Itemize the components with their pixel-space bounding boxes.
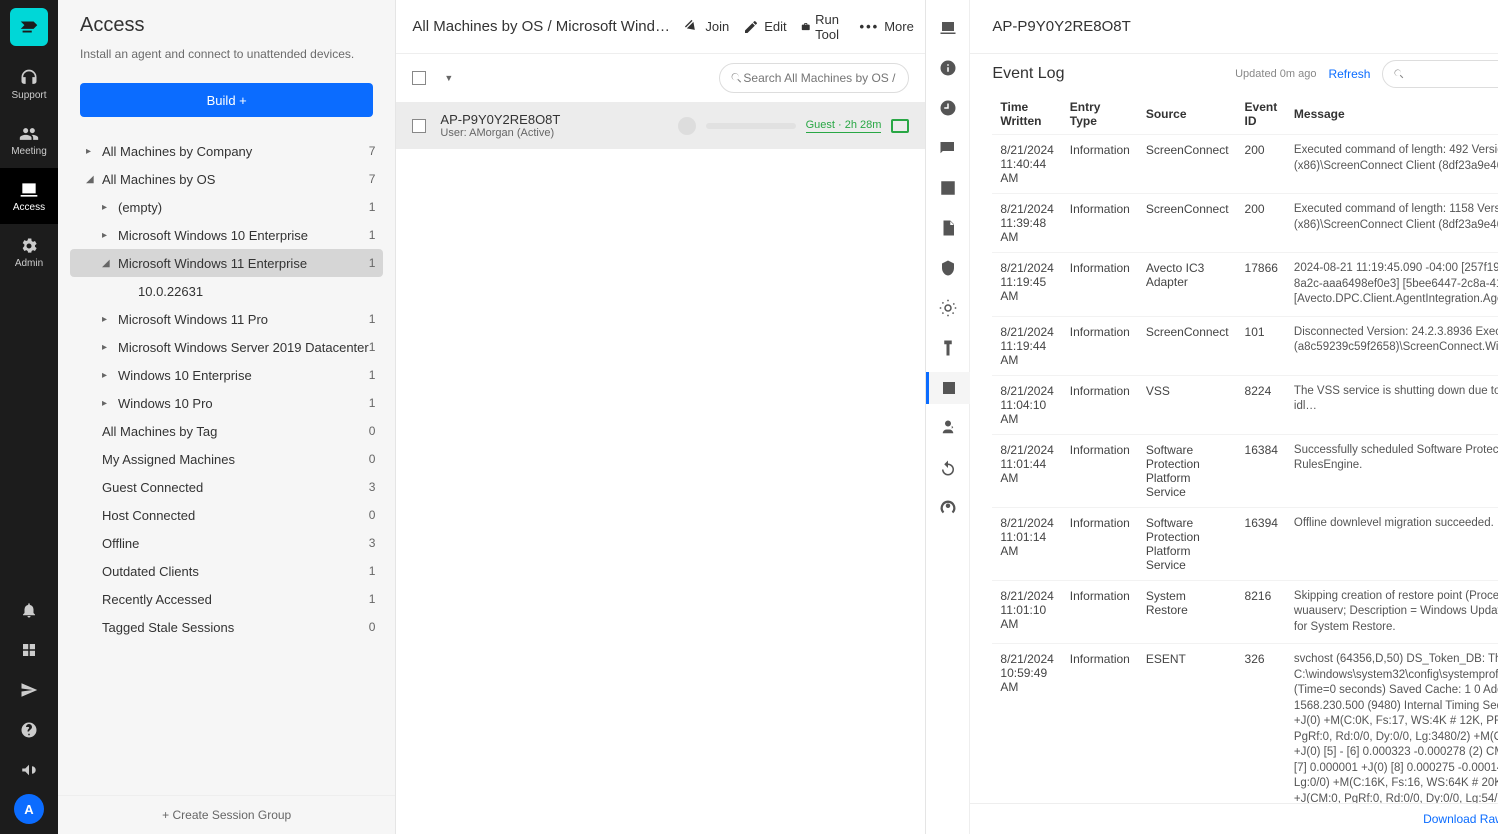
- tree-item[interactable]: ▸(empty)1: [70, 193, 383, 221]
- nav-notifications-icon[interactable]: [0, 590, 58, 630]
- select-all-checkbox[interactable]: [412, 71, 426, 85]
- nav-meeting[interactable]: Meeting: [0, 112, 58, 168]
- nav-support[interactable]: Support: [0, 56, 58, 112]
- log-row[interactable]: 8/21/2024 11:19:45 AMInformationAvecto I…: [992, 253, 1498, 317]
- tree-item[interactable]: 10.0.22631: [70, 277, 383, 305]
- tree-item[interactable]: Outdated Clients1: [70, 557, 383, 585]
- log-row[interactable]: 8/21/2024 10:59:49 AMInformationESENT326…: [992, 644, 1498, 803]
- app-logo[interactable]: [10, 8, 48, 46]
- tree-item[interactable]: Host Connected0: [70, 501, 383, 529]
- log-row[interactable]: 8/21/2024 11:39:48 AMInformationScreenCo…: [992, 194, 1498, 253]
- tab-processes-icon[interactable]: [926, 292, 970, 324]
- session-name: AP-P9Y0Y2RE8O8T: [440, 112, 560, 127]
- session-search[interactable]: [719, 63, 909, 93]
- tree-item[interactable]: ▸Windows 10 Enterprise1: [70, 361, 383, 389]
- sidebar-title: Access: [80, 14, 373, 37]
- tree-item[interactable]: ▸Microsoft Windows 10 Enterprise1: [70, 221, 383, 249]
- tab-commands-icon[interactable]: [926, 172, 970, 204]
- session-row[interactable]: AP-P9Y0Y2RE8O8T User: AMorgan (Active) G…: [396, 102, 925, 149]
- tree-item[interactable]: ◢All Machines by OS7: [70, 165, 383, 193]
- event-log-table: Time Written Entry Type Source Event ID …: [992, 94, 1498, 803]
- nav-announce-icon[interactable]: [0, 750, 58, 790]
- breadcrumb: All Machines by OS / Microsoft Windo...: [412, 18, 672, 35]
- nav-send-icon[interactable]: [0, 670, 58, 710]
- tab-services-icon[interactable]: [926, 412, 970, 444]
- tree-item[interactable]: All Machines by Tag0: [70, 417, 383, 445]
- tree-item[interactable]: ▸Windows 10 Pro1: [70, 389, 383, 417]
- select-dropdown[interactable]: ▼: [444, 73, 453, 83]
- tab-notes-icon[interactable]: [926, 212, 970, 244]
- nav-admin[interactable]: Admin: [0, 224, 58, 280]
- session-user: User: AMorgan (Active): [440, 127, 560, 139]
- tree-item[interactable]: Recently Accessed1: [70, 585, 383, 613]
- user-avatar[interactable]: A: [14, 794, 44, 824]
- tab-messages-icon[interactable]: [926, 132, 970, 164]
- tree-item[interactable]: Tagged Stale Sessions0: [70, 613, 383, 641]
- log-row[interactable]: 8/21/2024 11:40:44 AMInformationScreenCo…: [992, 135, 1498, 194]
- tree-item[interactable]: ▸Microsoft Windows 11 Pro1: [70, 305, 383, 333]
- download-raw-data[interactable]: Download Raw Data: [970, 803, 1498, 834]
- create-session-group[interactable]: + Create Session Group: [58, 795, 395, 834]
- edit-button[interactable]: Edit: [743, 19, 786, 35]
- build-button[interactable]: Build +: [80, 83, 373, 117]
- nav-help-icon[interactable]: [0, 710, 58, 750]
- tree-item[interactable]: My Assigned Machines0: [70, 445, 383, 473]
- tree-item[interactable]: ▸All Machines by Company7: [70, 137, 383, 165]
- tab-software-icon[interactable]: [926, 332, 970, 364]
- refresh-link[interactable]: Refresh: [1328, 67, 1370, 81]
- session-status: Guest · 2h 28m: [806, 119, 882, 133]
- tree-item[interactable]: Offline3: [70, 529, 383, 557]
- tree-item[interactable]: ◢Microsoft Windows 11 Enterprise1: [70, 249, 383, 277]
- log-row[interactable]: 8/21/2024 11:01:10 AMInformationSystem R…: [992, 580, 1498, 644]
- sidebar-subtitle: Install an agent and connect to unattend…: [80, 47, 373, 61]
- more-button[interactable]: ••• More: [860, 19, 914, 34]
- run-tool-button[interactable]: Run Tool: [801, 12, 846, 42]
- guest-avatar-icon: [678, 117, 696, 135]
- tab-timeline-icon[interactable]: [926, 92, 970, 124]
- tree-item[interactable]: Guest Connected3: [70, 473, 383, 501]
- log-row[interactable]: 8/21/2024 11:04:10 AMInformationVSS8224T…: [992, 375, 1498, 434]
- updated-label: Updated 0m ago: [1235, 68, 1316, 80]
- panel-title: Event Log: [992, 65, 1064, 83]
- tab-account-icon[interactable]: [926, 492, 970, 524]
- session-checkbox[interactable]: [412, 119, 426, 133]
- session-search-input[interactable]: [743, 71, 898, 85]
- log-row[interactable]: 8/21/2024 11:01:14 AMInformationSoftware…: [992, 507, 1498, 580]
- log-search[interactable]: [1382, 60, 1498, 88]
- tree-item[interactable]: ▸Microsoft Windows Server 2019 Datacente…: [70, 333, 383, 361]
- session-group-tree: ▸All Machines by Company7◢All Machines b…: [58, 133, 395, 795]
- nav-extensions-icon[interactable]: [0, 630, 58, 670]
- tab-general-icon[interactable]: [926, 52, 970, 84]
- tab-security-icon[interactable]: [926, 252, 970, 284]
- tab-start-icon[interactable]: [926, 12, 970, 44]
- nav-access[interactable]: Access: [0, 168, 58, 224]
- connection-line: [706, 123, 796, 129]
- join-button[interactable]: Join: [684, 19, 729, 35]
- log-row[interactable]: 8/21/2024 11:19:44 AMInformationScreenCo…: [992, 316, 1498, 375]
- tab-eventlog-icon[interactable]: [926, 372, 970, 404]
- tab-updates-icon[interactable]: [926, 452, 970, 484]
- detail-title: AP-P9Y0Y2RE8O8T: [970, 0, 1498, 54]
- monitor-icon: [891, 119, 909, 133]
- log-row[interactable]: 8/21/2024 11:01:44 AMInformationSoftware…: [992, 434, 1498, 507]
